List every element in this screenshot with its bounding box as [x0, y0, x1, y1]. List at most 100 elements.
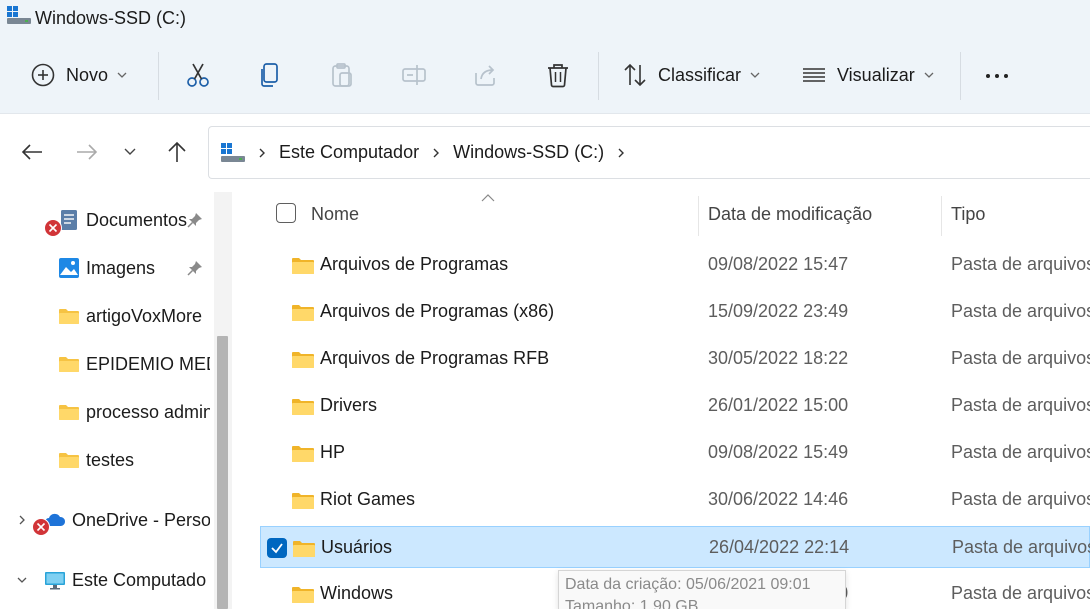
share-button[interactable]: [472, 55, 500, 95]
arrow-right-icon: [77, 144, 98, 160]
column-divider[interactable]: [698, 196, 699, 236]
file-row[interactable]: Arquivos de Programas (x86) 15/09/2022 23…: [260, 291, 1090, 333]
toolbar-divider: [158, 52, 159, 100]
paste-icon: [332, 63, 352, 87]
view-label: Visualizar: [837, 64, 915, 85]
sort-ascending-icon: [481, 194, 495, 202]
nav-item-label: EPIDEMIO MED: [86, 353, 210, 374]
nav-item-testes[interactable]: testes: [58, 445, 210, 475]
nav-scrollbar-thumb[interactable]: [217, 336, 228, 609]
checkmark-icon: [271, 543, 283, 554]
file-name: Windows: [320, 583, 394, 603]
file-date: 30/05/2022 18:22: [708, 348, 849, 368]
file-row[interactable]: Usuários 26/04/2022 22:14 Pasta de arquivo…: [260, 526, 1090, 568]
column-header-date[interactable]: Data de modificação: [708, 192, 872, 236]
forward-button[interactable]: [73, 138, 101, 166]
file-date: 09/08/2022 15:49: [708, 442, 849, 462]
address-bar[interactable]: Este Computador Windows-SSD (C:): [208, 126, 1090, 179]
chevron-right-icon[interactable]: [16, 514, 28, 526]
column-header-name[interactable]: Nome: [311, 192, 359, 236]
file-type: Pasta de arquivos: [952, 537, 1090, 557]
nav-item-label: Documentos: [86, 209, 188, 230]
file-type: Pasta de arquivos: [951, 489, 1090, 509]
file-row[interactable]: Drivers 26/01/2022 15:00 Pasta de arquivos: [260, 385, 1090, 427]
breadcrumb-drive[interactable]: Windows-SSD (C:): [453, 142, 604, 163]
toolbar-divider: [960, 52, 961, 100]
drive-icon: [7, 6, 31, 24]
nav-item-label: OneDrive - Perso: [72, 509, 210, 530]
navigation-bar: Este Computador Windows-SSD (C:): [0, 114, 1090, 192]
file-row[interactable]: Arquivos de Programas 09/08/2022 15:47 Pas…: [260, 244, 1090, 286]
file-name: Usuários: [321, 537, 393, 557]
column-header-type[interactable]: Tipo: [951, 192, 985, 236]
breadcrumb-this-pc[interactable]: Este Computador: [279, 142, 419, 163]
toolbar-divider: [598, 52, 599, 100]
row-checkbox[interactable]: [267, 538, 287, 558]
chevron-down-icon: [750, 72, 760, 78]
this-pc-icon: [221, 142, 245, 162]
sort-button[interactable]: Classificar: [622, 55, 760, 95]
pin-icon: [187, 261, 202, 276]
file-date: 09/08/2022 15:47: [708, 254, 849, 274]
pictures-icon: [59, 258, 79, 278]
file-row[interactable]: HP 09/08/2022 15:49 Pasta de arquivos: [260, 432, 1090, 474]
nav-item-processo-admin[interactable]: processo admin: [58, 397, 210, 427]
nav-item-documentos[interactable]: Documentos: [58, 205, 198, 235]
rename-button[interactable]: [400, 55, 428, 95]
chevron-down-icon: [117, 72, 127, 78]
file-list: Nome Data de modificação Tipo Arquivos d…: [232, 192, 1090, 609]
copy-icon: [261, 63, 278, 87]
folder-icon: [292, 258, 314, 274]
recent-locations-button[interactable]: [116, 138, 144, 166]
folder-icon: [292, 352, 314, 368]
folder-icon: [59, 453, 79, 468]
chevron-down-icon: [924, 72, 934, 78]
file-name: Arquivos de Programas (x86): [320, 301, 555, 321]
sort-label: Classificar: [658, 64, 742, 85]
delete-button[interactable]: [544, 55, 572, 95]
copy-button[interactable]: [256, 55, 284, 95]
file-type: Pasta de arquivos: [951, 583, 1090, 603]
file-name: Drivers: [320, 395, 377, 415]
new-button[interactable]: Novo: [30, 55, 127, 95]
nav-item-artigovoxmore[interactable]: artigoVoxMore: [58, 301, 210, 331]
paste-button[interactable]: [328, 55, 356, 95]
folder-icon: [59, 309, 79, 324]
file-info-tooltip: Data da criação: 05/06/2021 09:01 Tamanh…: [558, 570, 846, 609]
window-title: Windows-SSD (C:): [35, 8, 187, 28]
folder-icon: [59, 405, 79, 420]
view-button[interactable]: Visualizar: [801, 55, 934, 95]
folder-icon: [292, 446, 314, 462]
nav-item-label: processo admin: [86, 401, 210, 422]
file-date: 26/04/2022 22:14: [709, 537, 850, 557]
nav-item-label: artigoVoxMore: [86, 305, 203, 326]
file-type: Pasta de arquivos: [951, 395, 1090, 415]
chevron-right-icon: [259, 148, 265, 157]
chevron-right-icon: [618, 148, 625, 157]
select-all-checkbox[interactable]: [276, 203, 296, 223]
file-name: HP: [320, 442, 346, 462]
nav-item-label: Imagens: [86, 257, 156, 278]
file-type: Pasta de arquivos: [951, 254, 1090, 274]
more-options-button[interactable]: [984, 55, 1010, 95]
share-icon: [475, 65, 495, 86]
file-row[interactable]: Riot Games 30/06/2022 14:46 Pasta de arqui…: [260, 479, 1090, 521]
scissors-icon: [187, 63, 209, 87]
sync-error-icon: [32, 518, 50, 536]
file-type: Pasta de arquivos: [951, 348, 1090, 368]
up-button[interactable]: [163, 138, 191, 166]
cut-button[interactable]: [184, 55, 212, 95]
nav-item-imagens[interactable]: Imagens: [58, 253, 198, 283]
back-button[interactable]: [18, 138, 46, 166]
nav-item-this-pc[interactable]: Este Computado: [44, 565, 210, 595]
nav-item-epidemio-med[interactable]: EPIDEMIO MED: [58, 349, 210, 379]
chevron-down-icon[interactable]: [16, 574, 28, 586]
nav-item-onedrive[interactable]: OneDrive - Perso: [44, 505, 210, 535]
file-date: 30/06/2022 14:46: [708, 489, 849, 509]
folder-icon: [293, 541, 315, 557]
more-icon: [986, 74, 1008, 78]
tooltip-created: Data da criação: 05/06/2021 09:01: [565, 576, 811, 593]
file-row[interactable]: Arquivos de Programas RFB 30/05/2022 18:2…: [260, 338, 1090, 380]
new-label: Novo: [66, 64, 109, 85]
column-divider[interactable]: [941, 196, 942, 236]
